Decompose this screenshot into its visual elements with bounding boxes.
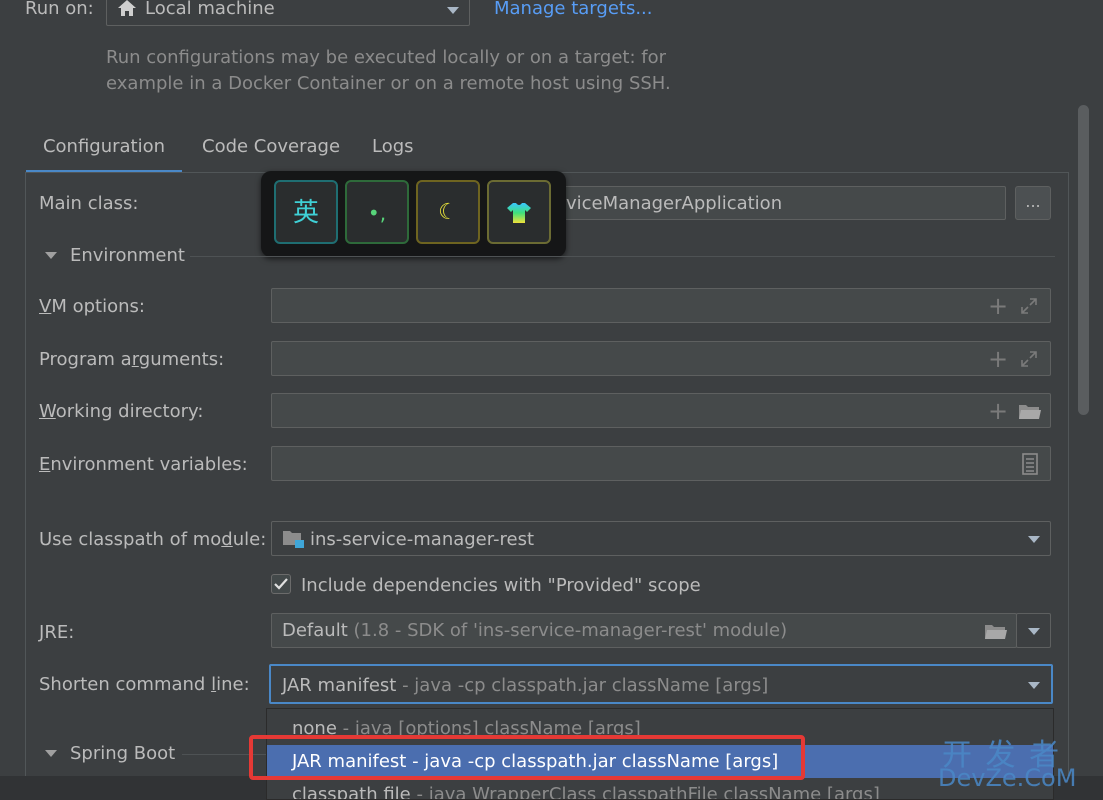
add-icon[interactable]: + <box>988 399 1008 423</box>
classpath-module-label: Use classpath of module: <box>39 529 266 550</box>
program-arguments-label-pre: Program a <box>39 349 132 370</box>
jre-label-text: RE: <box>44 622 75 643</box>
environment-variables-label: Environment variables: <box>39 454 248 475</box>
popup-option-classpath-file[interactable]: classpath file - java WrapperClass class… <box>267 781 1053 800</box>
jre-value-main: Default <box>282 620 348 641</box>
working-directory-label-text: orking directory: <box>55 401 204 422</box>
main-class-value: viceManagerApplication <box>566 193 783 214</box>
configuration-panel <box>25 172 1069 800</box>
option-text: classpath file - java WrapperClass class… <box>292 784 880 800</box>
environment-title: Environment <box>70 245 185 266</box>
program-arguments-label: Program arguments: <box>39 349 224 370</box>
ime-language-key[interactable]: 英 <box>274 180 338 244</box>
ime-moon-icon[interactable]: ☾ <box>416 180 480 244</box>
watermark-line2: DevZe.CoM <box>938 764 1077 792</box>
ime-punctuation-key[interactable]: •, <box>345 180 409 244</box>
jre-value-hint: (1.8 - SDK of 'ins-service-manager-rest'… <box>353 620 788 641</box>
run-on-label: Run on: <box>25 0 94 19</box>
classpath-label-rest: ule: <box>232 529 267 550</box>
expand-icon[interactable] <box>1020 297 1038 320</box>
vm-options-label: VM options: <box>39 296 145 317</box>
option-hint: - java WrapperClass classpathFile classN… <box>416 784 880 800</box>
folder-icon[interactable] <box>984 623 1008 646</box>
classpath-label-pre: Use classpath of mo <box>39 529 222 550</box>
working-directory-label: Working directory: <box>39 401 203 422</box>
home-icon <box>117 0 137 22</box>
program-arguments-field[interactable]: + <box>271 341 1051 376</box>
environment-collapse-icon[interactable] <box>45 252 57 259</box>
folder-icon[interactable] <box>1018 403 1042 426</box>
vm-options-mnemonic: V <box>39 296 52 317</box>
vm-options-field[interactable]: + <box>271 288 1051 323</box>
jre-label: JRE: <box>39 622 74 643</box>
add-icon[interactable]: + <box>988 347 1008 371</box>
manage-targets-link[interactable]: Manage targets... <box>494 0 653 19</box>
shorten-value-main: JAR manifest <box>282 675 397 696</box>
vm-options-label-text: M options: <box>51 296 145 317</box>
classpath-mnemonic: d <box>221 529 233 550</box>
working-directory-mnemonic: W <box>39 401 56 422</box>
shorten-command-label: Shorten command line: <box>39 674 250 695</box>
chevron-down-icon <box>1028 536 1040 543</box>
expand-icon[interactable] <box>1020 350 1038 373</box>
environment-variables-label-text: nvironment variables: <box>50 454 248 475</box>
scrollbar-thumb[interactable] <box>1078 105 1089 415</box>
tab-configuration[interactable]: Configuration <box>26 134 182 173</box>
browse-button[interactable]: ... <box>1015 186 1051 220</box>
jre-value: Default (1.8 - SDK of 'ins-service-manag… <box>282 620 787 641</box>
document-icon[interactable] <box>1022 453 1038 480</box>
working-directory-field[interactable]: + <box>271 393 1051 428</box>
jre-field[interactable]: Default (1.8 - SDK of 'ins-service-manag… <box>271 613 1017 648</box>
classpath-module-value: ins-service-manager-rest <box>310 529 535 550</box>
jre-dropdown-button[interactable] <box>1016 613 1051 648</box>
include-provided-checkbox[interactable] <box>271 574 291 594</box>
module-folder-icon <box>282 529 306 554</box>
chevron-down-icon <box>1028 682 1040 689</box>
spring-boot-title: Spring Boot <box>70 743 175 764</box>
spring-boot-collapse-icon[interactable] <box>45 750 57 757</box>
ime-skin-icon[interactable] <box>487 180 551 244</box>
environment-variables-mnemonic: E <box>39 454 51 475</box>
classpath-module-combobox[interactable]: ins-service-manager-rest <box>271 521 1051 556</box>
spring-boot-label: Spring Boot <box>70 743 176 764</box>
shorten-value-hint: - java -cp classpath.jar className [args… <box>402 675 769 696</box>
add-icon[interactable]: + <box>988 294 1008 318</box>
environment-variables-field[interactable] <box>271 446 1051 481</box>
shorten-value: JAR manifest - java -cp classpath.jar cl… <box>282 675 768 696</box>
program-arguments-label-rest: guments: <box>138 349 225 370</box>
include-provided-label[interactable]: Include dependencies with "Provided" sco… <box>301 575 701 596</box>
program-arguments-mnemonic: r <box>131 349 139 370</box>
shorten-label-pre: Shorten command <box>39 674 212 695</box>
highlight-annotation <box>249 735 805 780</box>
chevron-down-icon <box>1028 628 1040 635</box>
run-on-description-1: Run configurations may be executed local… <box>106 47 667 68</box>
main-class-label: Main class: <box>39 193 139 214</box>
environment-title-text: Environment <box>70 245 185 266</box>
option-main: classpath file <box>292 784 411 800</box>
run-on-combobox[interactable]: Local machine <box>106 0 470 26</box>
checkmark-icon <box>274 578 288 590</box>
shorten-label-rest: ine: <box>216 674 250 695</box>
tab-logs[interactable]: Logs <box>372 134 414 170</box>
chevron-down-icon <box>447 7 459 14</box>
environment-separator <box>190 256 1055 257</box>
shorten-command-combobox[interactable]: JAR manifest - java -cp classpath.jar cl… <box>269 664 1053 704</box>
tab-code-coverage[interactable]: Code Coverage <box>202 134 340 170</box>
run-on-value: Local machine <box>145 0 275 19</box>
run-on-description-2: example in a Docker Container or on a re… <box>106 73 671 94</box>
